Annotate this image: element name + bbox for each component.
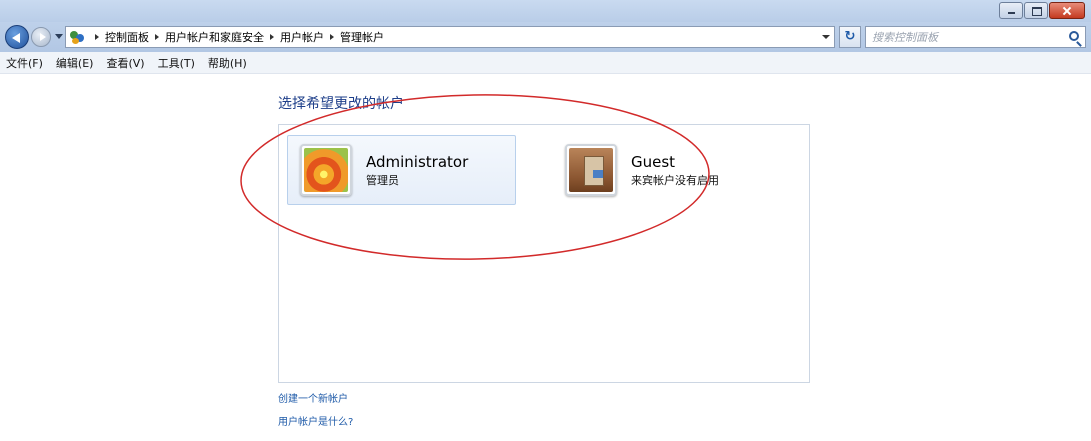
users-icon	[69, 29, 85, 45]
breadcrumb-user-accounts[interactable]: 用户帐户	[280, 29, 324, 45]
window-controls	[998, 2, 1085, 19]
what-is-user-account-link[interactable]: 用户帐户是什么?	[278, 413, 353, 428]
account-name: Administrator	[366, 152, 469, 171]
account-name: Guest	[631, 152, 676, 171]
breadcrumb-separator-icon[interactable]	[155, 34, 159, 40]
recent-pages-chevron-down-icon[interactable]	[55, 34, 63, 39]
breadcrumb: 控制面板 用户帐户和家庭安全 用户帐户 管理帐户	[89, 29, 384, 45]
accounts-panel: Administrator 管理员 Guest 来宾帐户没有启用	[278, 124, 810, 383]
title-bar	[0, 0, 1091, 22]
breadcrumb-control-panel[interactable]: 控制面板	[105, 29, 149, 45]
search-input[interactable]	[872, 27, 1062, 47]
menu-file[interactable]: 文件(F)	[6, 55, 43, 71]
account-tile-guest[interactable]: Guest 来宾帐户没有启用	[565, 135, 765, 205]
account-tile-administrator[interactable]: Administrator 管理员	[287, 135, 516, 205]
account-info: Administrator 管理员	[366, 153, 468, 188]
account-picture	[565, 144, 617, 196]
account-info: Guest 来宾帐户没有启用	[631, 153, 719, 188]
forward-button[interactable]	[31, 27, 51, 47]
breadcrumb-separator-icon[interactable]	[95, 34, 99, 40]
account-picture	[300, 144, 352, 196]
menu-view[interactable]: 查看(V)	[106, 55, 144, 71]
breadcrumb-separator-icon[interactable]	[270, 34, 274, 40]
search-box[interactable]	[865, 26, 1086, 48]
navigation-bar: 控制面板 用户帐户和家庭安全 用户帐户 管理帐户 ↻	[0, 22, 1091, 52]
breadcrumb-separator-icon[interactable]	[330, 34, 334, 40]
menu-edit[interactable]: 编辑(E)	[56, 55, 94, 71]
refresh-button[interactable]: ↻	[839, 26, 861, 48]
maximize-button[interactable]	[1024, 2, 1048, 19]
flower-picture-icon	[304, 148, 348, 192]
address-dropdown-chevron-down-icon[interactable]	[822, 35, 830, 39]
create-account-link[interactable]: 创建一个新帐户	[278, 390, 348, 405]
breadcrumb-manage-accounts[interactable]: 管理帐户	[340, 29, 384, 45]
menu-tools[interactable]: 工具(T)	[158, 55, 195, 71]
close-button[interactable]	[1049, 2, 1085, 19]
address-bar[interactable]: 控制面板 用户帐户和家庭安全 用户帐户 管理帐户	[65, 26, 835, 48]
breadcrumb-user-accounts-family-safety[interactable]: 用户帐户和家庭安全	[165, 29, 264, 45]
refresh-icon: ↻	[844, 29, 856, 44]
menu-bar: 文件(F) 编辑(E) 查看(V) 工具(T) 帮助(H)	[0, 52, 1091, 74]
briefcase-picture-icon	[569, 148, 613, 192]
menu-help[interactable]: 帮助(H)	[208, 55, 247, 71]
account-status: 来宾帐户没有启用	[631, 173, 719, 187]
back-button[interactable]	[5, 25, 29, 49]
page-title: 选择希望更改的帐户	[278, 96, 404, 112]
search-icon[interactable]	[1069, 31, 1079, 41]
minimize-button[interactable]	[999, 2, 1023, 19]
account-type: 管理员	[366, 173, 399, 187]
